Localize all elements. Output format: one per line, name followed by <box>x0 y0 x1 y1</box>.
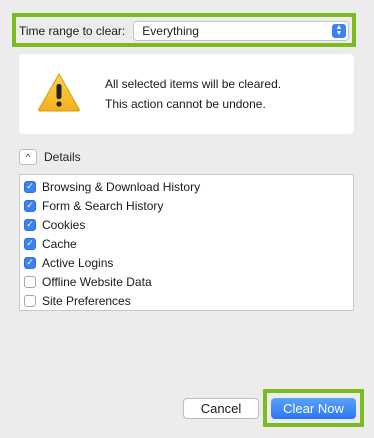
list-item[interactable]: ✓ Cookies <box>20 215 353 234</box>
list-item[interactable]: ✓ Cache <box>20 234 353 253</box>
details-row: ^ Details <box>19 147 81 167</box>
cancel-button[interactable]: Cancel <box>183 398 259 419</box>
list-item-label: Cookies <box>42 217 86 232</box>
time-range-row: Time range to clear: Everything ▲ ▼ <box>12 15 356 47</box>
list-item[interactable]: Offline Website Data <box>20 272 353 291</box>
time-range-select[interactable]: Everything ▲ ▼ <box>133 21 349 41</box>
checkbox[interactable]: ✓ <box>24 218 36 231</box>
warning-text: All selected items will be cleared. This… <box>105 74 281 114</box>
details-label: Details <box>44 150 81 164</box>
warning-line-2: This action cannot be undone. <box>105 97 266 111</box>
list-item[interactable]: ✓ Form & Search History <box>20 196 353 215</box>
list-item-label: Active Logins <box>42 255 114 270</box>
clear-now-button[interactable]: Clear Now <box>271 398 356 419</box>
time-range-value: Everything <box>142 24 199 38</box>
select-arrows-icon: ▲ ▼ <box>332 24 346 38</box>
checkbox[interactable] <box>24 294 36 307</box>
details-toggle-button[interactable]: ^ <box>19 149 37 165</box>
time-range-label: Time range to clear: <box>19 24 126 38</box>
list-item[interactable]: ✓ Browsing & Download History <box>20 177 353 196</box>
list-item-label: Offline Website Data <box>42 274 152 289</box>
chevron-up-icon: ^ <box>25 152 31 162</box>
list-item-label: Form & Search History <box>42 198 164 213</box>
checkbox[interactable] <box>24 275 36 288</box>
checkbox[interactable]: ✓ <box>24 256 36 269</box>
list-item[interactable]: ✓ Active Logins <box>20 253 353 272</box>
warning-triangle-icon <box>38 72 80 112</box>
checkbox[interactable]: ✓ <box>24 199 36 212</box>
list-item-label: Site Preferences <box>42 293 131 308</box>
list-item[interactable]: Site Preferences <box>20 291 353 310</box>
warning-panel: All selected items will be cleared. This… <box>19 54 354 134</box>
checkbox[interactable]: ✓ <box>24 180 36 193</box>
warning-line-1: All selected items will be cleared. <box>105 77 282 91</box>
list-item-label: Cache <box>42 236 77 251</box>
clear-items-list: ✓ Browsing & Download History ✓ Form & S… <box>19 174 354 311</box>
list-item-label: Browsing & Download History <box>42 179 201 194</box>
checkbox[interactable]: ✓ <box>24 237 36 250</box>
